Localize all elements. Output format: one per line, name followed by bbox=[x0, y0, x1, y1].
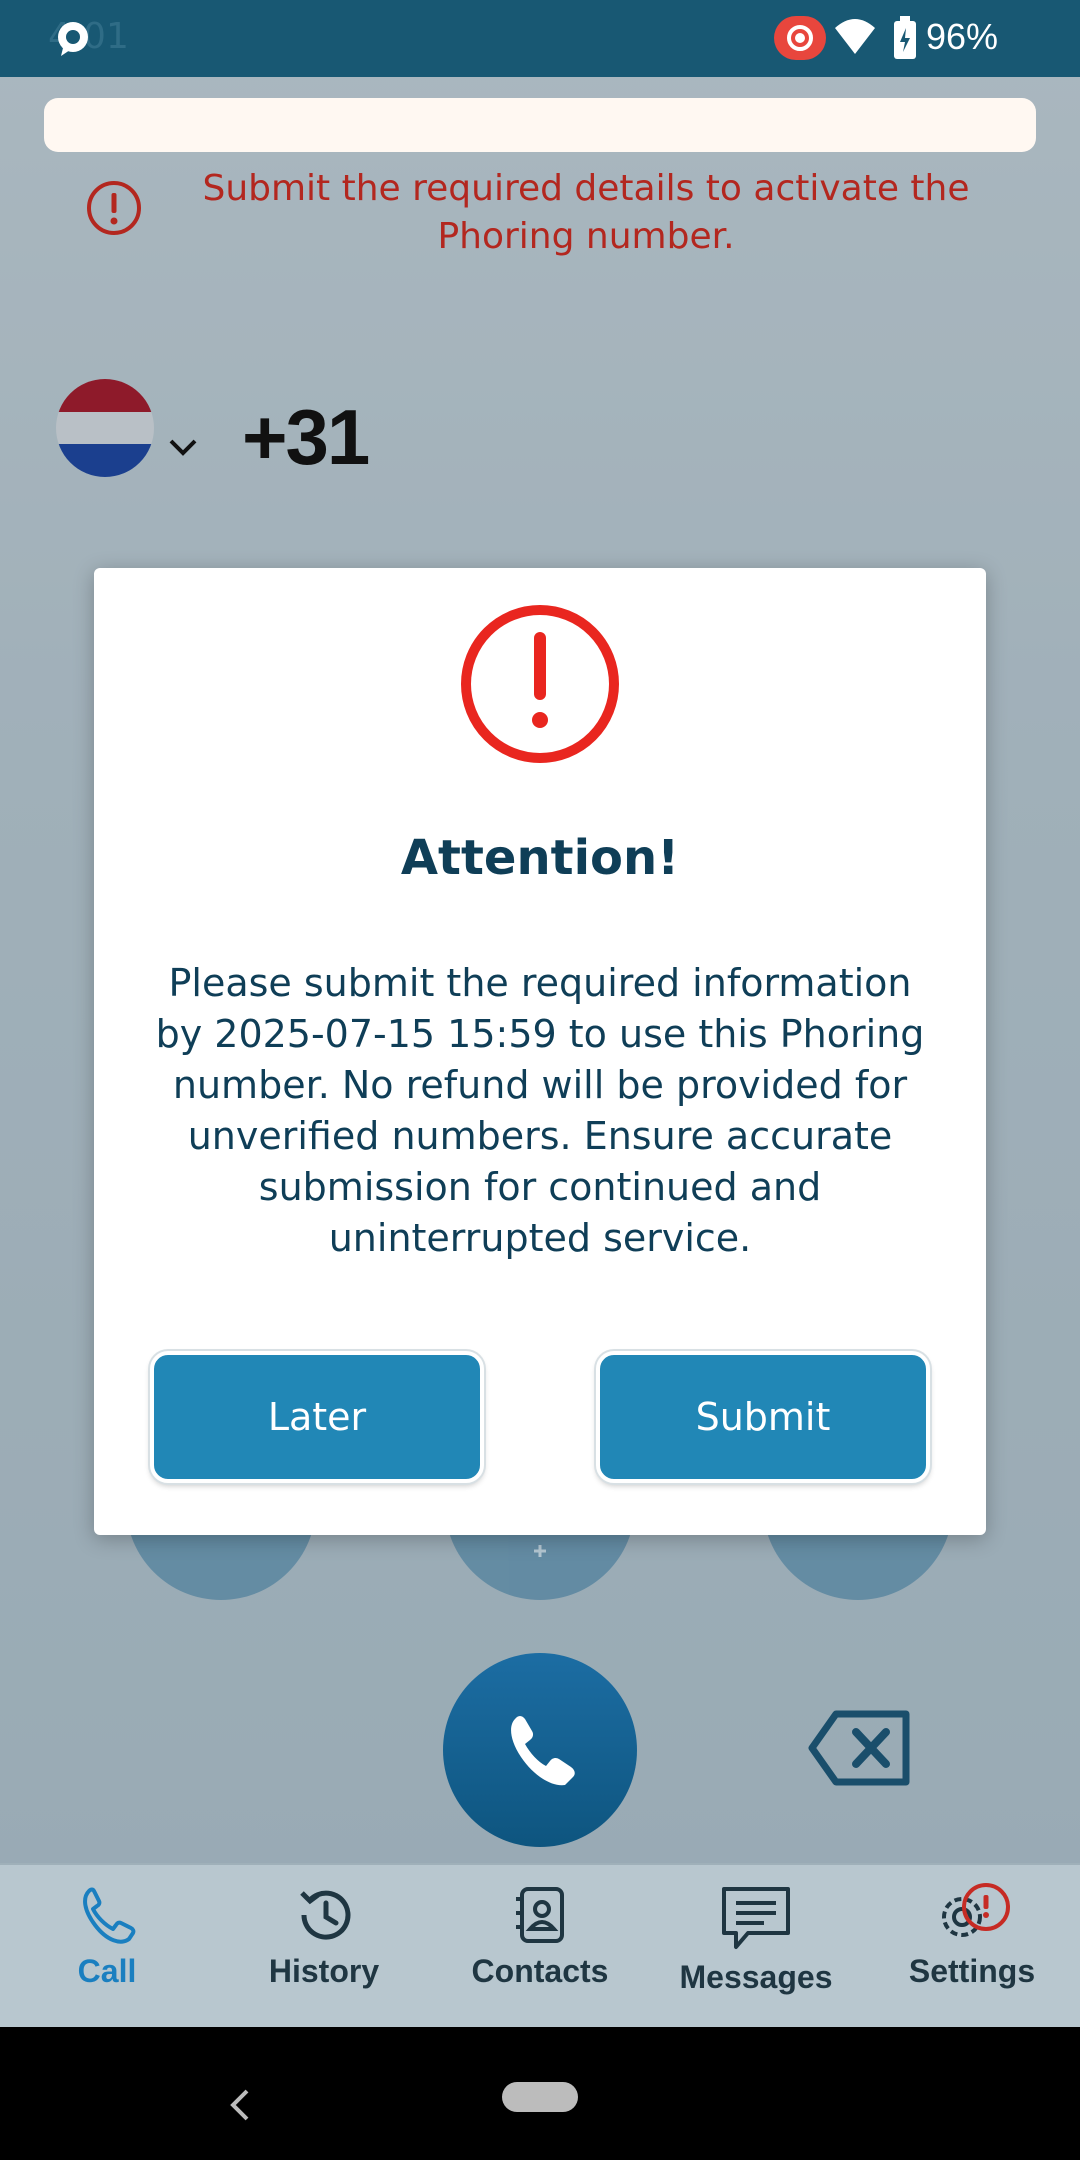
status-bar: 4:01 96% bbox=[0, 0, 1080, 77]
nav-history-label: History bbox=[268, 1953, 380, 1989]
backspace-icon bbox=[808, 1710, 910, 1786]
bottom-navigation: Call History Contacts Messages Settings bbox=[0, 1863, 1080, 2029]
info-bar bbox=[44, 98, 1036, 152]
activation-warning: Submit the required details to activate … bbox=[86, 165, 1036, 265]
battery-icon bbox=[892, 16, 918, 64]
phone-icon bbox=[511, 1716, 575, 1786]
dial-code: +31 bbox=[242, 393, 370, 481]
back-icon[interactable] bbox=[225, 2087, 255, 2127]
later-button[interactable]: Later bbox=[150, 1351, 484, 1483]
attention-dialog: Attention! Please submit the required in… bbox=[94, 568, 986, 1535]
netherlands-flag-icon bbox=[55, 379, 155, 482]
chat-bubble-icon bbox=[55, 20, 91, 62]
backspace-button[interactable] bbox=[808, 1710, 910, 1790]
nav-contacts[interactable]: Contacts bbox=[440, 1883, 640, 1990]
gear-icon bbox=[942, 1883, 1010, 1937]
history-icon bbox=[300, 1890, 351, 1940]
dialog-title: Attention! bbox=[400, 830, 680, 886]
wifi-icon bbox=[833, 16, 877, 60]
warning-text: Submit the required details to activate … bbox=[202, 168, 970, 257]
contacts-icon bbox=[516, 1887, 564, 1943]
nav-messages[interactable]: Messages bbox=[656, 1883, 856, 1996]
home-pill[interactable] bbox=[502, 2082, 578, 2112]
nav-call-label: Call bbox=[77, 1953, 137, 1989]
phone-icon bbox=[83, 1887, 136, 1944]
chevron-down-icon bbox=[167, 436, 199, 462]
screen-record-icon bbox=[774, 16, 826, 60]
nav-history[interactable]: History bbox=[224, 1883, 424, 1990]
warning-icon bbox=[86, 180, 142, 240]
battery-percentage: 96% bbox=[926, 16, 999, 57]
messages-icon bbox=[722, 1887, 790, 1949]
call-button[interactable] bbox=[443, 1653, 637, 1847]
alert-icon bbox=[458, 602, 622, 770]
nav-messages-label: Messages bbox=[679, 1959, 833, 1995]
submit-button[interactable]: Submit bbox=[596, 1351, 930, 1483]
nav-settings-label: Settings bbox=[908, 1953, 1036, 1989]
nav-contacts-label: Contacts bbox=[471, 1953, 609, 1989]
nav-settings[interactable]: Settings bbox=[872, 1883, 1072, 1990]
dialog-message: Please submit the required information b… bbox=[155, 961, 925, 1260]
country-selector[interactable] bbox=[55, 378, 197, 482]
nav-call[interactable]: Call bbox=[7, 1883, 207, 1990]
